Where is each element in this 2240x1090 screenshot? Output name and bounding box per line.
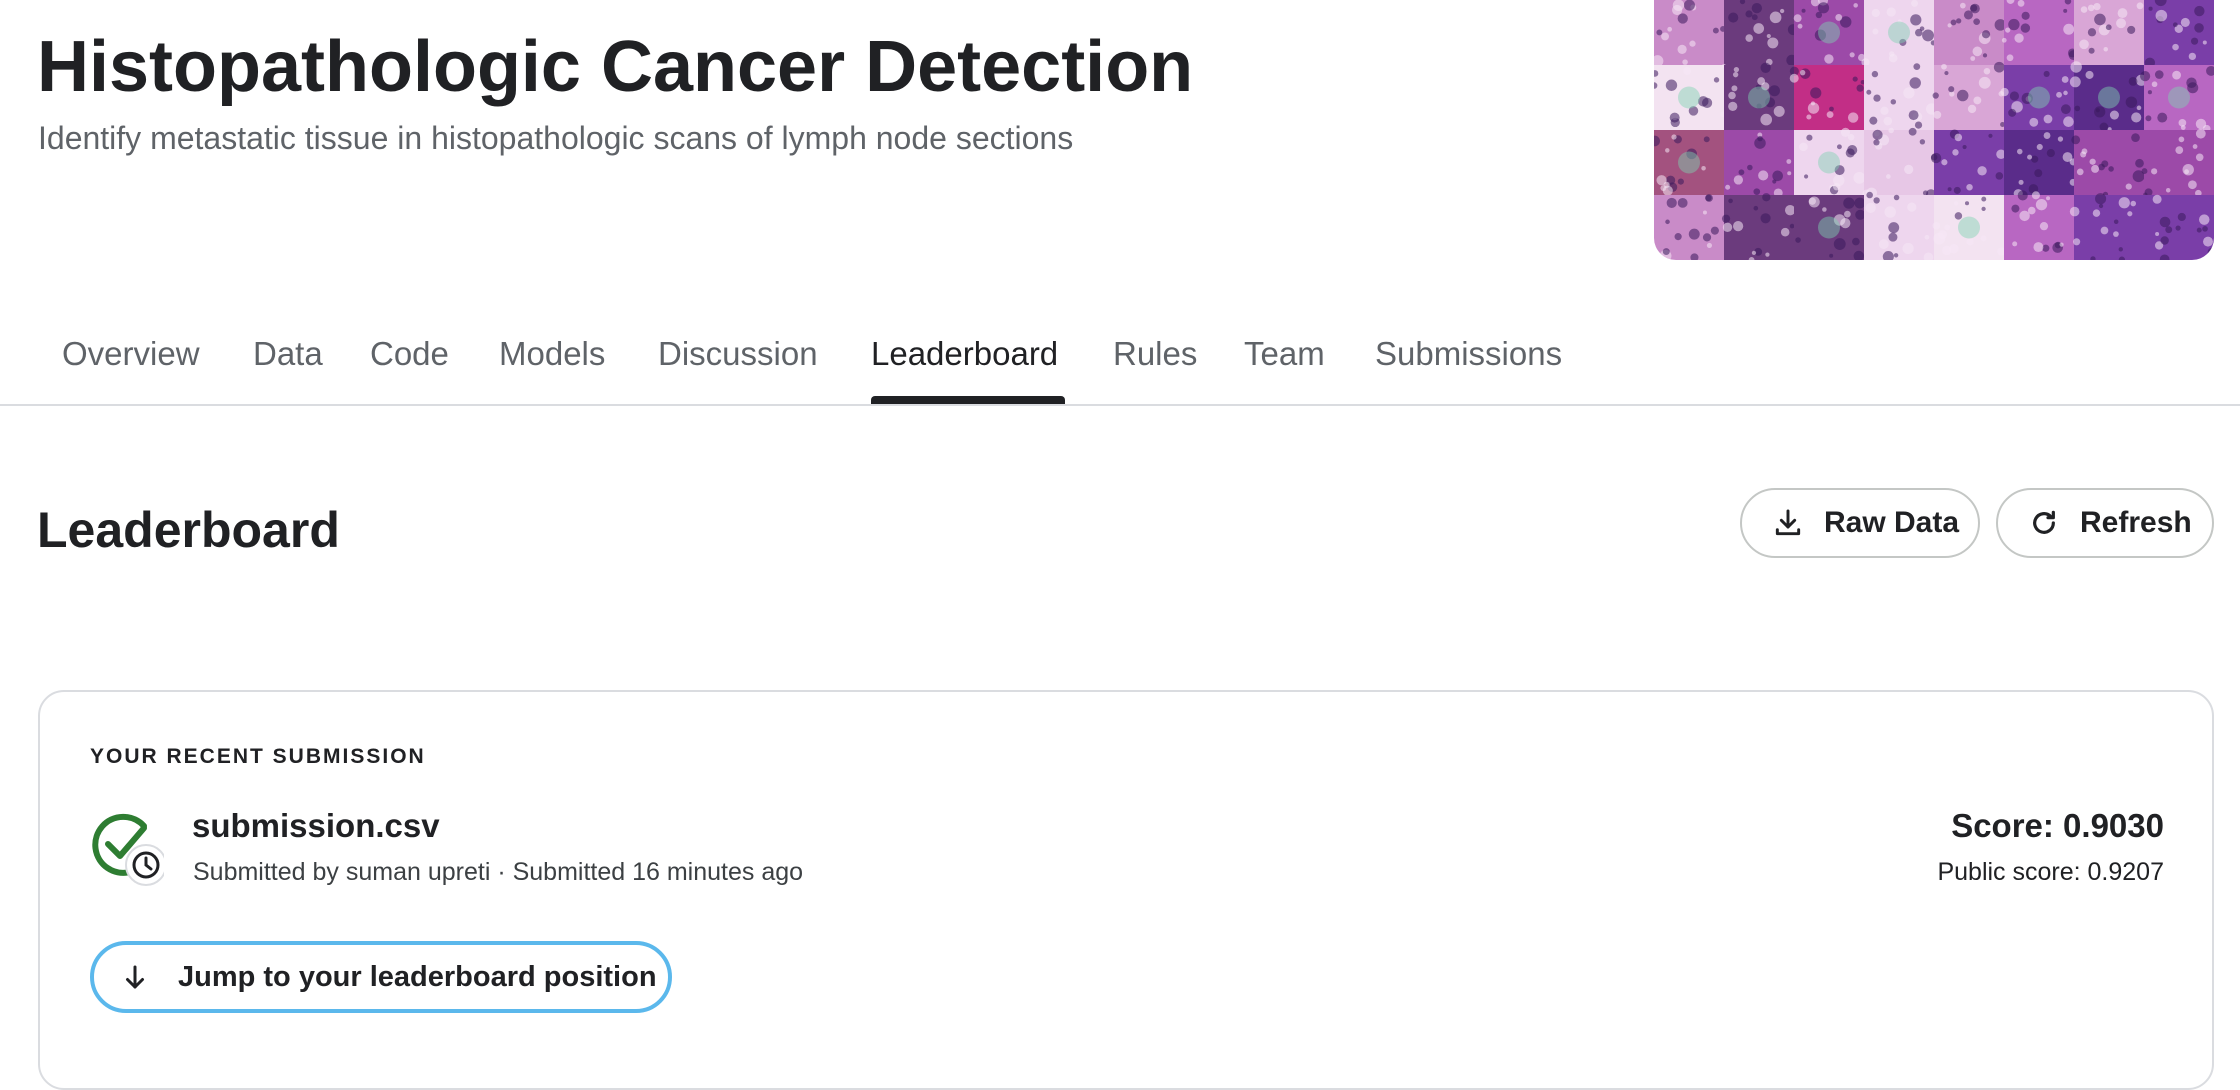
- jump-to-position-button[interactable]: Jump to your leaderboard position: [90, 941, 672, 1013]
- tab-team[interactable]: Team: [1244, 334, 1325, 374]
- tab-data[interactable]: Data: [253, 334, 323, 374]
- active-tab-indicator: [871, 396, 1065, 404]
- tab-models[interactable]: Models: [499, 334, 605, 374]
- submission-public-score: Public score: 0.9207: [1937, 858, 2164, 886]
- raw-data-label: Raw Data: [1824, 506, 1960, 539]
- competition-header: Histopathologic Cancer Detection Identif…: [0, 0, 2240, 290]
- tab-leaderboard[interactable]: Leaderboard: [871, 334, 1058, 374]
- leaderboard-heading: Leaderboard: [37, 502, 340, 558]
- tab-submissions[interactable]: Submissions: [1375, 334, 1562, 374]
- tab-rules[interactable]: Rules: [1113, 334, 1197, 374]
- jump-label: Jump to your leaderboard position: [178, 960, 657, 993]
- recent-submission-label: YOUR RECENT SUBMISSION: [90, 745, 426, 768]
- check-circle-with-clock-icon: [92, 808, 167, 888]
- recent-submission-card: YOUR RECENT SUBMISSION submission.csv Su…: [38, 690, 2214, 1090]
- tab-overview[interactable]: Overview: [62, 334, 200, 374]
- arrow-down-icon: [120, 962, 150, 992]
- competition-tabs: Overview Data Code Models Discussion Lea…: [0, 300, 2240, 406]
- tab-code[interactable]: Code: [370, 334, 449, 374]
- competition-banner-image: [1654, 0, 2214, 260]
- submission-meta: Submitted by suman upreti · Submitted 16…: [193, 858, 804, 886]
- download-icon: [1772, 507, 1804, 539]
- submission-score: Score: 0.9030: [1951, 807, 2164, 844]
- tab-discussion[interactable]: Discussion: [658, 334, 818, 374]
- competition-subtitle: Identify metastatic tissue in histopatho…: [38, 120, 1074, 156]
- submission-file-name[interactable]: submission.csv: [192, 806, 440, 846]
- refresh-button[interactable]: Refresh: [1996, 488, 2214, 558]
- raw-data-button[interactable]: Raw Data: [1740, 488, 1980, 558]
- refresh-label: Refresh: [2080, 506, 2192, 539]
- refresh-icon: [2028, 507, 2060, 539]
- competition-title: Histopathologic Cancer Detection: [37, 27, 1194, 107]
